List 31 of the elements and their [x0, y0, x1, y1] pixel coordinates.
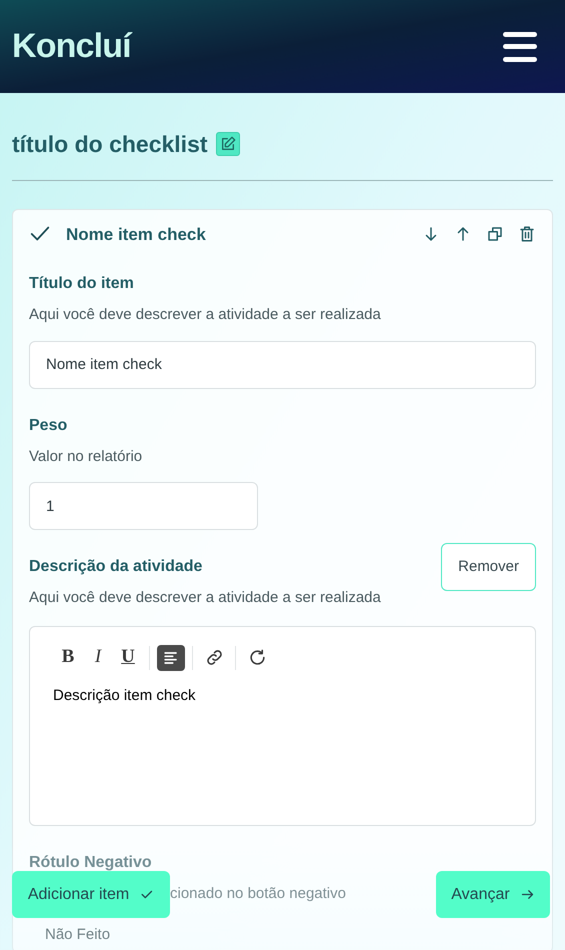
- trash-icon[interactable]: [518, 225, 536, 244]
- field-hint: Aqui você deve descrever a atividade a ser realizada: [29, 588, 381, 608]
- link-icon: [204, 648, 224, 667]
- field-hint: Aqui você deve descrever a atividade a ser realizada: [29, 305, 381, 325]
- bold-button[interactable]: B: [54, 644, 82, 670]
- item-name: Nome item check: [66, 224, 207, 246]
- checklist-title: título do checklist: [12, 130, 208, 159]
- field-label: Rótulo Negativo: [29, 852, 153, 872]
- field-label: Descrição da atividade: [29, 557, 204, 577]
- remove-button[interactable]: Remover: [441, 543, 536, 591]
- description-text: Descrição item check: [53, 686, 197, 706]
- edit-icon: [220, 136, 236, 152]
- field-hint: cionado no botão negativo: [170, 884, 346, 904]
- logo: Koncluí: [12, 26, 131, 67]
- arrow-right-icon: [520, 887, 535, 902]
- field-label: Peso: [29, 416, 68, 436]
- text-field[interactable]: Não Feito: [29, 921, 536, 947]
- rich-text-editor[interactable]: B I U Descrição item check: [29, 626, 536, 826]
- underline-button[interactable]: U: [114, 644, 142, 670]
- field-label: Título do item: [29, 274, 135, 294]
- next-button[interactable]: Avançar: [436, 871, 550, 918]
- duplicate-icon[interactable]: [486, 225, 504, 244]
- text-field[interactable]: Nome item check: [29, 340, 536, 388]
- redo-icon: [248, 648, 266, 667]
- add-item-button[interactable]: Adicionar item: [12, 871, 170, 918]
- text-field[interactable]: 1: [29, 482, 258, 530]
- field-hint: Valor no relatório: [29, 446, 142, 466]
- edit-button[interactable]: [216, 132, 240, 156]
- menu-icon[interactable]: [503, 32, 537, 62]
- italic-button[interactable]: I: [84, 644, 112, 670]
- align-left-button[interactable]: [157, 644, 185, 670]
